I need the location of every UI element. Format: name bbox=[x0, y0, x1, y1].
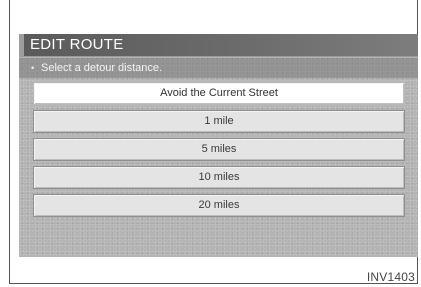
option-10-miles[interactable]: 10 miles bbox=[33, 166, 405, 189]
option-20-miles[interactable]: 20 miles bbox=[33, 194, 405, 217]
title-accent bbox=[19, 34, 24, 56]
option-5-miles[interactable]: 5 miles bbox=[33, 138, 405, 161]
option-1-mile[interactable]: 1 mile bbox=[33, 110, 405, 133]
instruction-bar: • Select a detour distance. bbox=[19, 58, 418, 78]
page-title: EDIT ROUTE bbox=[30, 36, 124, 53]
figure-caption: INV1403 bbox=[366, 270, 415, 284]
detour-options-list: Avoid the Current Street 1 mile 5 miles … bbox=[33, 82, 405, 222]
option-avoid-current-street[interactable]: Avoid the Current Street bbox=[33, 82, 405, 105]
bullet-icon: • bbox=[31, 63, 35, 73]
navigation-screen: EDIT ROUTE • Select a detour distance. A… bbox=[19, 34, 418, 257]
instruction-text: Select a detour distance. bbox=[41, 62, 163, 74]
title-bar: EDIT ROUTE bbox=[19, 34, 418, 57]
